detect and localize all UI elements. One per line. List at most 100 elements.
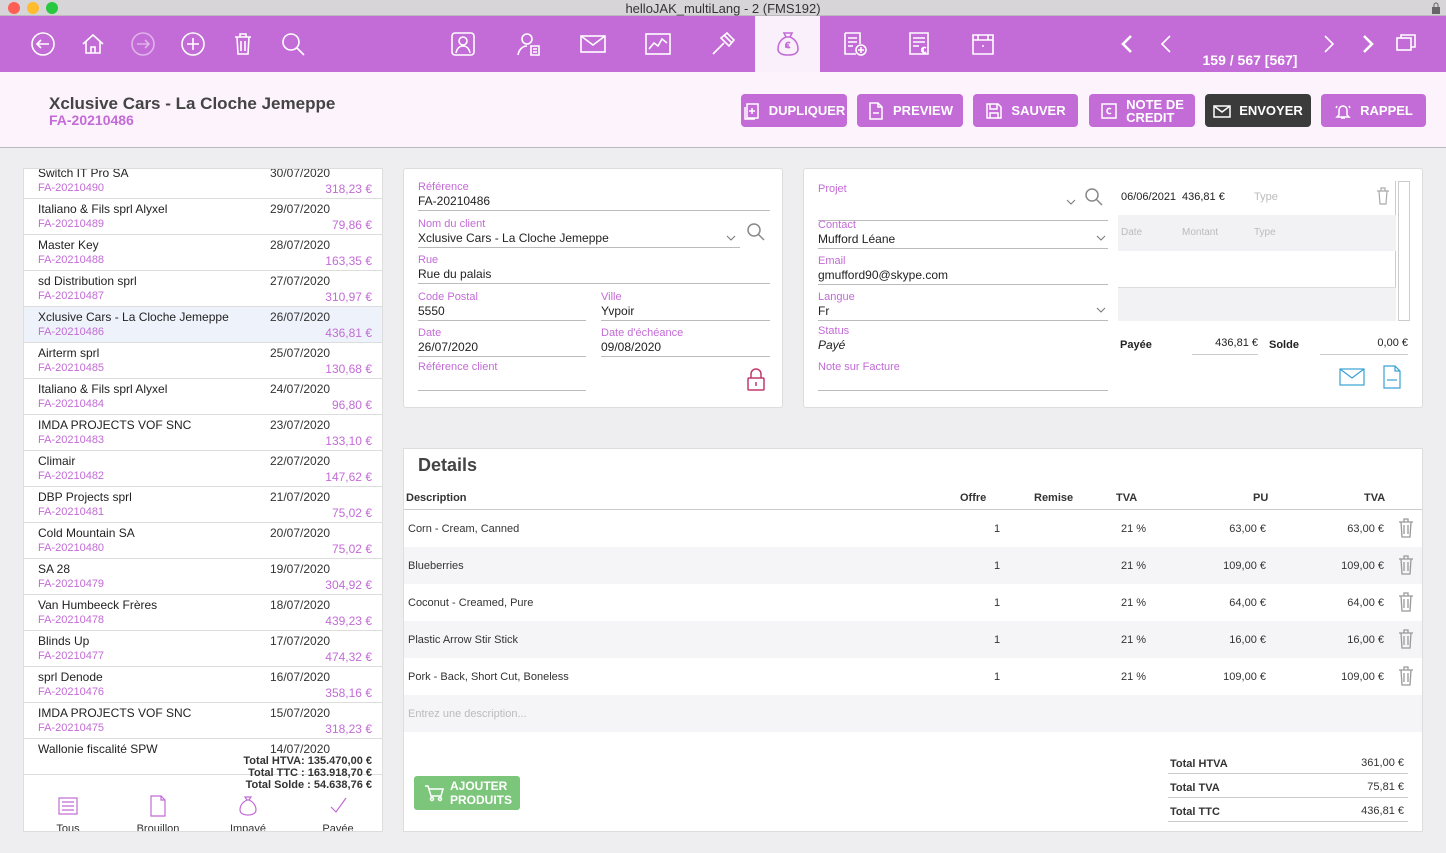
list-item[interactable]: Cold Mountain SA FA-20210480 20/07/2020 75,… [24, 523, 382, 559]
email-value[interactable]: gmufford90@skype.com [818, 267, 1108, 285]
line-vat-rate[interactable]: 21 % [1121, 634, 1146, 646]
project-field[interactable]: Projet [818, 183, 1108, 221]
filter-all[interactable]: Tous [38, 795, 98, 831]
list-item[interactable]: sprl Denode FA-20210476 16/07/2020 358,16 € [24, 667, 382, 703]
new-payment-type[interactable]: Type [1254, 227, 1276, 238]
line-description[interactable]: Pork - Back, Short Cut, Boneless [408, 671, 569, 683]
new-payment-date[interactable]: Date [1121, 227, 1142, 238]
line-unit-price[interactable]: 64,00 € [1229, 597, 1266, 609]
date-value[interactable]: 26/07/2020 [418, 339, 586, 357]
line-quantity[interactable]: 1 [994, 671, 1000, 683]
contact-field[interactable]: Contact Mufford Léane [818, 219, 1108, 249]
due-date-value[interactable]: 09/08/2020 [601, 339, 770, 357]
home-button[interactable] [65, 16, 121, 72]
line-vat-rate[interactable]: 21 % [1121, 597, 1146, 609]
list-item[interactable]: Xclusive Cars - La Cloche Jemeppe FA-2021… [24, 307, 382, 343]
line-description[interactable]: Blueberries [408, 560, 464, 572]
duplicate-button[interactable]: DUPLIQUER [741, 94, 847, 127]
delete-line-button[interactable] [1398, 555, 1414, 578]
users-button[interactable] [501, 16, 557, 72]
list-item[interactable]: IMDA PROJECTS VOF SNC FA-20210475 15/07/20… [24, 703, 382, 739]
list-item[interactable]: IMDA PROJECTS VOF SNC FA-20210483 23/07/20… [24, 415, 382, 451]
email-field[interactable]: Email gmufford90@skype.com [818, 255, 1108, 285]
new-payment-amount[interactable]: Montant [1182, 227, 1218, 238]
reports-button[interactable] [630, 16, 686, 72]
invoices-module-button[interactable] [755, 16, 820, 72]
detail-line-row[interactable]: Blueberries 1 21 % 109,00 € 109,00 € [404, 547, 1422, 584]
save-button[interactable]: SAUVER [973, 94, 1078, 127]
street-field[interactable]: Rue Rue du palais [418, 254, 770, 284]
line-quantity[interactable]: 1 [994, 523, 1000, 535]
delete-line-button[interactable] [1398, 666, 1414, 689]
pdf-icon[interactable] [1382, 365, 1402, 389]
payments-portal[interactable]: 06/06/2021 436,81 € Type Date Montant Ty… [1118, 181, 1396, 321]
project-value[interactable] [818, 195, 1108, 221]
status-value[interactable]: Payé [818, 337, 1108, 355]
line-unit-price[interactable]: 16,00 € [1229, 634, 1266, 646]
invoice-list-button[interactable] [891, 16, 947, 72]
line-unit-price[interactable]: 109,00 € [1223, 560, 1266, 572]
reference-field[interactable]: Référence FA-20210486 [418, 181, 770, 211]
line-quantity[interactable]: 1 [994, 634, 1000, 646]
list-item[interactable]: Blinds Up FA-20210477 17/07/2020 474,32 € [24, 631, 382, 667]
padlock-icon[interactable] [746, 368, 766, 392]
search-icon[interactable] [747, 223, 765, 241]
client-field[interactable]: Nom du client Xclusive Cars - La Cloche … [418, 218, 740, 248]
payment-type[interactable]: Type [1254, 191, 1278, 203]
tools-button[interactable] [695, 16, 751, 72]
contacts-button[interactable] [435, 16, 491, 72]
chevron-down-icon[interactable] [1096, 307, 1106, 315]
archive-button[interactable] [955, 16, 1011, 72]
filter-draft[interactable]: Brouillon [128, 795, 188, 831]
language-field[interactable]: Langue Fr [818, 291, 1108, 321]
back-button[interactable] [15, 16, 71, 72]
send-button[interactable]: ENVOYER [1205, 94, 1311, 127]
postal-value[interactable]: 5550 [418, 303, 586, 321]
detail-line-row[interactable]: Corn - Cream, Canned 1 21 % 63,00 € 63,00 € [404, 510, 1422, 547]
payments-scrollbar[interactable] [1398, 181, 1410, 321]
search-icon[interactable] [1085, 188, 1103, 206]
line-description[interactable]: Coconut - Creamed, Pure [408, 597, 533, 609]
language-value[interactable]: Fr [818, 303, 1108, 321]
filter-unpaid[interactable]: Impayé [218, 795, 278, 831]
list-item[interactable]: Italiano & Fils sprl Alyxel FA-20210489 29… [24, 199, 382, 235]
list-item[interactable]: DBP Projects sprl FA-20210481 21/07/2020 75… [24, 487, 382, 523]
client-reference-value[interactable] [418, 373, 586, 391]
preview-button[interactable]: PREVIEW [857, 94, 963, 127]
status-field[interactable]: Status Payé [818, 325, 1108, 355]
add-products-button[interactable]: AJOUTER PRODUITS [414, 776, 520, 810]
chevron-down-icon[interactable] [1096, 235, 1106, 243]
new-line-input[interactable]: Entrez une description... [408, 708, 527, 720]
delete-line-button[interactable] [1398, 592, 1414, 615]
line-vat-rate[interactable]: 21 % [1121, 671, 1146, 683]
line-vat-rate[interactable]: 21 % [1121, 560, 1146, 572]
city-field[interactable]: Ville Yvpoir [601, 291, 770, 321]
delete-record-button[interactable] [215, 16, 271, 72]
new-invoice-button[interactable] [826, 16, 882, 72]
list-item[interactable]: SA 28 FA-20210479 19/07/2020 304,92 € [24, 559, 382, 595]
line-quantity[interactable]: 1 [994, 597, 1000, 609]
delete-line-button[interactable] [1398, 629, 1414, 652]
reference-value[interactable]: FA-20210486 [418, 193, 770, 211]
line-description[interactable]: Corn - Cream, Canned [408, 523, 519, 535]
delete-line-button[interactable] [1398, 518, 1414, 541]
list-item[interactable]: Switch IT Pro SA FA-20210490 30/07/2020 318… [24, 169, 382, 199]
client-value[interactable]: Xclusive Cars - La Cloche Jemeppe [418, 230, 740, 248]
line-unit-price[interactable]: 63,00 € [1229, 523, 1266, 535]
line-unit-price[interactable]: 109,00 € [1223, 671, 1266, 683]
credit-note-button[interactable]: NOTE DE CREDIT [1089, 94, 1195, 127]
list-item[interactable]: sd Distribution sprl FA-20210487 27/07/202… [24, 271, 382, 307]
trash-icon[interactable] [1376, 187, 1390, 205]
previous-record-button[interactable] [1139, 16, 1195, 72]
invoice-note-value[interactable] [818, 373, 1108, 391]
list-item[interactable]: Airterm sprl FA-20210485 25/07/2020 130,68 … [24, 343, 382, 379]
line-description[interactable]: Plastic Arrow Stir Stick [408, 634, 518, 646]
new-payment-row[interactable]: Date Montant Type [1118, 215, 1396, 251]
reminder-button[interactable]: RAPPEL [1321, 94, 1426, 127]
chevron-down-icon[interactable] [1066, 199, 1076, 207]
date-field[interactable]: Date 26/07/2020 [418, 327, 586, 357]
search-button[interactable] [265, 16, 321, 72]
new-line-row[interactable]: Entrez une description... [404, 695, 1422, 732]
postal-field[interactable]: Code Postal 5550 [418, 291, 586, 321]
payment-amount[interactable]: 436,81 € [1182, 191, 1225, 203]
